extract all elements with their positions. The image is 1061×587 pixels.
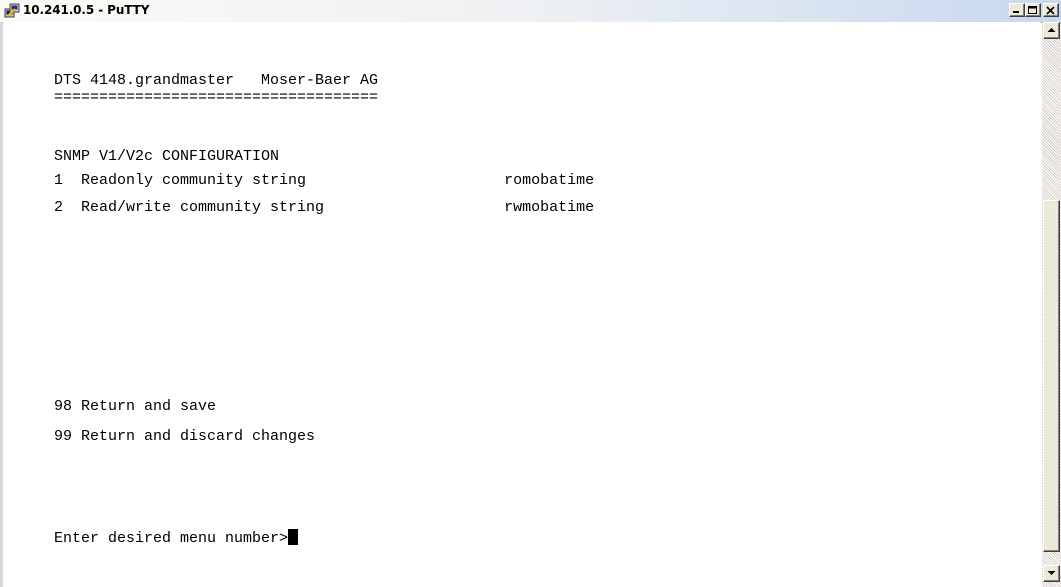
- minimize-icon: [1013, 11, 1019, 13]
- maximize-button[interactable]: [1025, 3, 1041, 17]
- text-cursor: [288, 529, 299, 545]
- window-controls: [1009, 3, 1059, 17]
- scroll-down-arrow-icon: [1047, 571, 1056, 575]
- scroll-up-button[interactable]: [1043, 22, 1060, 39]
- terminal-prompt: Enter desired menu number>: [54, 530, 289, 547]
- terminal-prompt-line: Enter desired menu number>: [54, 529, 299, 547]
- maximize-icon: [1028, 6, 1037, 14]
- minimize-button[interactable]: [1009, 3, 1025, 17]
- terminal-line-menu-2: 2 Read/write community string rwmobatime: [54, 199, 595, 216]
- putty-window: 10.241.0.5 - PuTTY DTS 4148.grandmaster …: [0, 0, 1061, 587]
- scrollbar-thumb[interactable]: [1043, 200, 1060, 552]
- close-button[interactable]: [1043, 3, 1059, 17]
- terminal-screen[interactable]: DTS 4148.grandmaster Moser-Baer AG =====…: [4, 22, 1040, 587]
- terminal-line-menu-1: 1 Readonly community string romobatime: [54, 172, 595, 189]
- title-bar[interactable]: 10.241.0.5 - PuTTY: [0, 0, 1061, 23]
- scroll-up-arrow-icon: [1047, 28, 1056, 32]
- terminal-line-header: DTS 4148.grandmaster Moser-Baer AG: [54, 72, 379, 89]
- terminal-line-menu-99: 99 Return and discard changes: [54, 428, 316, 445]
- scroll-down-button[interactable]: [1043, 565, 1060, 582]
- terminal-line-menu-98: 98 Return and save: [54, 398, 217, 415]
- terminal-line-separator: ====================================: [54, 89, 379, 106]
- close-icon: [1046, 6, 1055, 15]
- terminal-line-section-title: SNMP V1/V2c CONFIGURATION: [54, 148, 280, 165]
- putty-icon: [4, 3, 20, 18]
- window-title: 10.241.0.5 - PuTTY: [23, 3, 150, 17]
- window-frame-left: [0, 22, 3, 587]
